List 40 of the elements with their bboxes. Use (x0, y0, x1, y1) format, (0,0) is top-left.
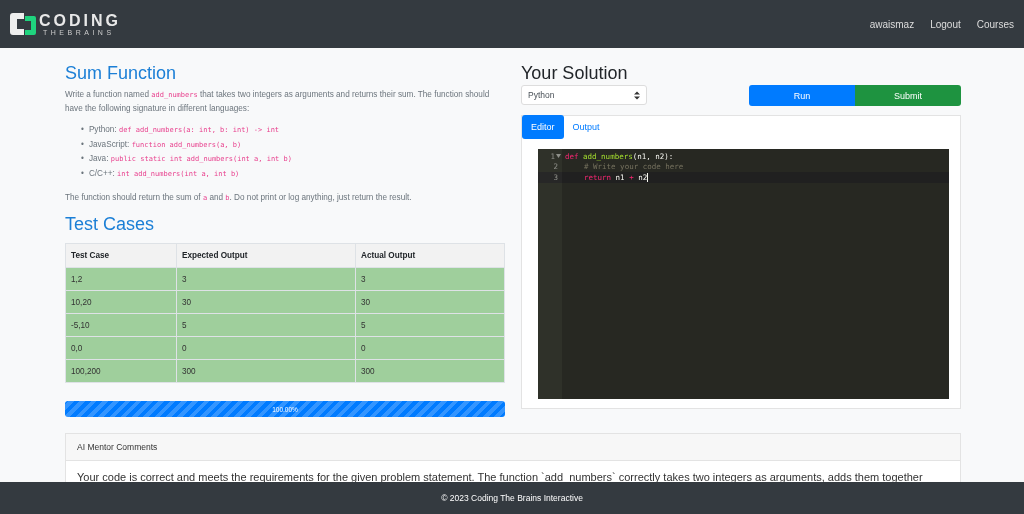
table-cell: 3 (355, 267, 505, 291)
copyright-text: © 2023 Coding The Brains Interactive (441, 493, 583, 503)
language-select[interactable]: Python (521, 85, 647, 105)
table-cell: 300 (355, 359, 505, 383)
fold-icon[interactable] (556, 154, 561, 159)
table-cell: 5 (176, 313, 356, 337)
table-cell: 100,200 (65, 359, 177, 383)
bullet: • (81, 153, 84, 165)
table-cell: 10,20 (65, 290, 177, 314)
table-cell: 30 (176, 290, 356, 314)
table-cell: 300 (176, 359, 356, 383)
table-cell: 1,2 (65, 267, 177, 291)
nav-link[interactable]: Logout (930, 18, 961, 30)
tab[interactable]: Output (563, 115, 609, 139)
logo-icon (10, 13, 36, 35)
table-cell: 5 (355, 313, 505, 337)
table-cell: -5,10 (65, 313, 177, 337)
column-header: Actual Output (355, 243, 505, 268)
select-arrows-icon (634, 90, 640, 100)
test-cases-title: Test Cases (65, 213, 156, 235)
table-cell: 3 (176, 267, 356, 291)
text-cursor (647, 172, 649, 182)
problem-title: Sum Function (65, 62, 178, 84)
bullet: • (81, 138, 84, 151)
nav-link[interactable]: awaismaz (869, 18, 915, 30)
column-header: Test Case (65, 243, 177, 268)
table-cell: 0 (176, 336, 356, 360)
bullet: • (81, 167, 84, 180)
action-button[interactable]: Run (749, 85, 855, 106)
mentor-title: AI Mentor Comments (77, 442, 158, 452)
tab[interactable]: Editor (522, 115, 564, 139)
mentor-comment: Your code is correct and meets the requirements for the given problem statement. The function `add_numbers` correctly takes two integers as arguments, adds them together (76, 470, 924, 485)
column-header: Expected Output (176, 243, 356, 268)
table-cell: 0 (355, 336, 505, 360)
table-cell: 30 (355, 290, 505, 314)
nav-link[interactable]: Courses (976, 18, 1014, 30)
solution-title: Your Solution (521, 62, 629, 84)
bullet: • (81, 124, 84, 136)
action-button[interactable]: Submit (855, 85, 961, 106)
table-cell: 0,0 (65, 336, 177, 360)
